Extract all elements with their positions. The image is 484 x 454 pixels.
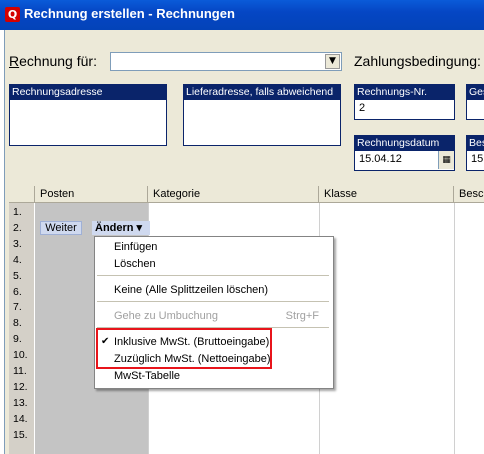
bes-header: Bes [467, 136, 484, 151]
combo-dropdown-icon[interactable]: ▼ [325, 54, 340, 69]
row-number: 3. [13, 237, 22, 250]
rechnungs-nr-box[interactable]: Rechnungs-Nr. 2 [354, 84, 455, 120]
shortcut-label: Strg+F [285, 310, 319, 322]
lieferadresse-box[interactable]: Lieferadresse, falls abweichend [183, 84, 341, 146]
ges-header: Ges [467, 85, 484, 100]
grid-header: Posten Kategorie Klasse Besch [9, 186, 484, 203]
row-number: 2. [13, 221, 22, 234]
row-number: 13. [13, 396, 28, 409]
rechnungsdatum-header: Rechnungsdatum [355, 136, 454, 151]
app-icon: Q [5, 7, 20, 22]
grid-corner [9, 186, 35, 202]
row-number: 8. [13, 317, 22, 330]
menu-item-keine[interactable]: Keine (Alle Splittzeilen löschen) [95, 282, 331, 298]
title-bar: Q Rechnung erstellen - Rechnungen [0, 0, 484, 30]
row-number: 4. [13, 253, 22, 266]
annotation-highlight-box [96, 328, 272, 369]
col-klasse[interactable]: Klasse [319, 186, 454, 202]
grid-divider [454, 203, 455, 454]
rechnungs-nr-header: Rechnungs-Nr. [355, 85, 454, 100]
calendar-icon[interactable]: ▦ [438, 151, 454, 169]
ges-box[interactable]: Ges [466, 84, 484, 120]
col-kategorie[interactable]: Kategorie [148, 186, 319, 202]
row-number: 9. [13, 333, 22, 346]
menu-item-loeschen[interactable]: Löschen [95, 256, 331, 272]
menu-item-einfuegen[interactable]: Einfügen [95, 239, 331, 255]
menu-separator [97, 301, 329, 302]
row-number: 5. [13, 269, 22, 282]
row-number: 11. [13, 365, 27, 377]
row-number: 1. [13, 206, 22, 218]
window-title: Rechnung erstellen - Rechnungen [24, 6, 235, 21]
rechnungsadresse-header: Rechnungsadresse [10, 85, 166, 100]
rechnungsdatum-box[interactable]: Rechnungsdatum 15.04.12 ▦ [354, 135, 455, 171]
zahlungsbedingung-label: Zahlungsbedingung: [354, 53, 481, 69]
menu-item-gehe-zu-umbuchung[interactable]: Gehe zu Umbuchung Strg+F [95, 308, 331, 324]
menu-item-mwst-tabelle[interactable]: MwSt-Tabelle [95, 368, 331, 384]
row-number: 7. [13, 301, 22, 314]
menu-separator [97, 275, 329, 276]
rechnungsadresse-box[interactable]: Rechnungsadresse [9, 84, 167, 146]
row-number: 12. [13, 380, 28, 393]
col-posten[interactable]: Posten [35, 186, 148, 202]
rechnung-fuer-label: Rechnung für: [9, 53, 97, 69]
bes-value: 15 [471, 153, 484, 165]
row-number: 14. [13, 412, 28, 425]
col-beschreibung[interactable]: Besch [454, 186, 484, 202]
bes-box[interactable]: Bes 15 [466, 135, 484, 171]
aendern-dropdown-button[interactable]: Ändern ▾ [92, 221, 150, 235]
row-number: 6. [13, 285, 22, 298]
lieferadresse-header: Lieferadresse, falls abweichend [184, 85, 340, 100]
row-number: 15. [13, 428, 28, 441]
rechnungs-nr-value: 2 [359, 102, 366, 114]
weiter-button[interactable]: Weiter [40, 221, 82, 235]
row-number: 10. [13, 349, 28, 362]
customer-combo[interactable]: ▼ [110, 52, 342, 71]
